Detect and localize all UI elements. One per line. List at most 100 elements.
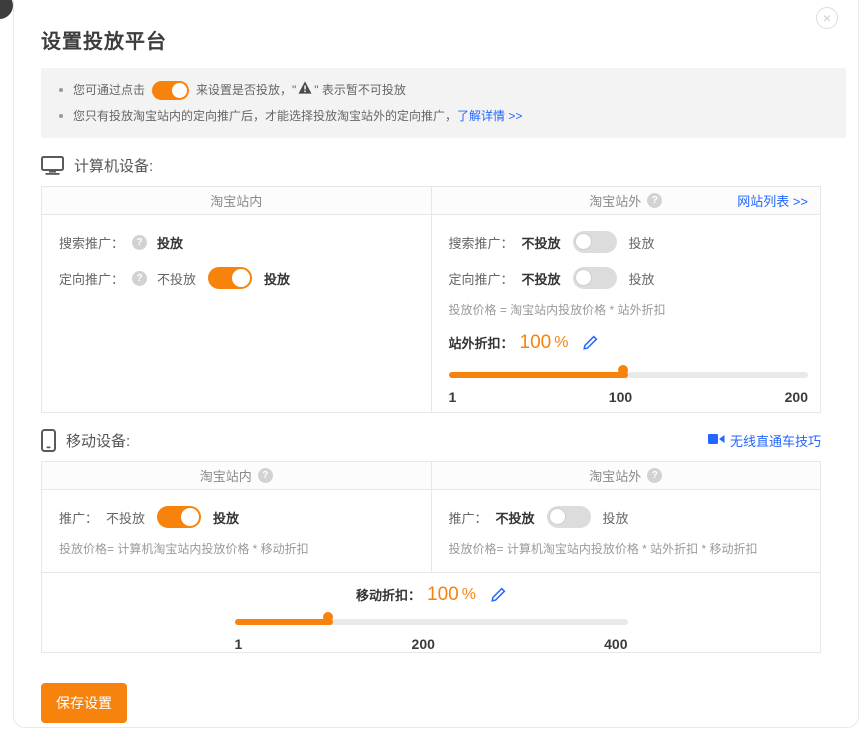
discount-unit: % xyxy=(462,586,476,604)
page-title: 设置投放平台 xyxy=(41,25,858,54)
mobile-discount-line: 移动折扣： 100 % xyxy=(42,582,820,607)
tick-mid: 200 xyxy=(412,636,435,652)
tick-max: 400 xyxy=(604,636,627,652)
example-toggle[interactable] xyxy=(152,81,189,100)
targeted-promo-toggle[interactable] xyxy=(208,267,252,289)
wireless-tips-link[interactable]: 无线直通车技巧 xyxy=(708,431,821,450)
row-label: 推广： xyxy=(449,508,488,527)
notice-text: " 表示暂不可投放 xyxy=(314,79,406,101)
site-list-link[interactable]: 网站列表 >> xyxy=(737,191,808,210)
computer-offsite-cell: 搜索推广： 不投放 投放 定向推广： 不投放 投放 投放价格 = 淘宝站内投放价… xyxy=(431,215,821,412)
header-taobao-onsite: 淘宝站内 ? xyxy=(42,462,431,489)
option-on-label: 投放 xyxy=(213,508,239,527)
toggle-knob xyxy=(172,83,187,98)
price-formula: 投放价格= 计算机淘宝站内投放价格 * 移动折扣 xyxy=(59,542,419,557)
row-label: 搜索推广： xyxy=(59,233,124,252)
row-label: 推广： xyxy=(59,508,98,527)
tick-min: 1 xyxy=(449,389,457,405)
slider-ticks: 1 200 400 xyxy=(235,636,628,652)
table-body: 推广： 不投放 投放 投放价格= 计算机淘宝站内投放价格 * 移动折扣 推广： … xyxy=(42,490,820,572)
mobile-discount-slider xyxy=(235,612,628,632)
slider-fill xyxy=(235,619,333,625)
table-body: 搜索推广： ? 投放 定向推广： ? 不投放 投放 搜索推广： 不投放 投放 xyxy=(42,215,820,412)
promo-row: 推广： 不投放 投放 xyxy=(449,506,809,528)
targeted-promo-toggle[interactable] xyxy=(573,267,617,289)
option-on-label: 投放 xyxy=(629,233,655,252)
row-label: 定向推广： xyxy=(59,269,124,288)
computer-section-header: 计算机设备: xyxy=(41,154,821,176)
mobile-offsite-toggle[interactable] xyxy=(547,506,591,528)
mobile-platform-table: 淘宝站内 ? 淘宝站外 ? 推广： 不投放 投放 投放价格= 计算机淘宝站内投放… xyxy=(41,461,821,653)
header-label: 淘宝站外 xyxy=(589,466,641,485)
option-on-label: 投放 xyxy=(629,269,655,288)
bullet-dot xyxy=(59,114,63,118)
mobile-discount-row: 移动折扣： 100 % 1 200 400 xyxy=(42,572,820,652)
discount-label: 站外折扣： xyxy=(449,333,514,352)
notice-text: 您只有投放淘宝站内的定向推广后，才能选择投放淘宝站外的定向推广， xyxy=(73,105,457,127)
edit-pencil-icon[interactable] xyxy=(490,587,506,603)
computer-platform-table: 淘宝站内 淘宝站外 ? 网站列表 >> 搜索推广： ? 投放 定向推广： ? 不… xyxy=(41,186,821,413)
mobile-section-header: 移动设备: 无线直通车技巧 xyxy=(41,429,821,451)
header-taobao-onsite: 淘宝站内 xyxy=(42,187,431,214)
price-formula: 投放价格 = 淘宝站内投放价格 * 站外折扣 xyxy=(449,303,809,318)
help-icon[interactable]: ? xyxy=(132,235,147,250)
notice-line-2: 您只有投放淘宝站内的定向推广后，才能选择投放淘宝站外的定向推广， 了解详情 >> xyxy=(55,105,832,127)
computer-icon xyxy=(41,156,64,175)
slider-knob[interactable] xyxy=(323,612,333,622)
help-icon[interactable]: ? xyxy=(132,271,147,286)
row-label: 定向推广： xyxy=(449,269,514,288)
option-off-label: 不投放 xyxy=(496,508,535,527)
slider-ticks: 1 100 200 xyxy=(449,389,809,405)
slider-fill xyxy=(449,372,629,378)
option-off-label: 不投放 xyxy=(106,508,145,527)
help-icon[interactable]: ? xyxy=(647,468,662,483)
section-label: 移动设备: xyxy=(66,430,130,451)
toggle-knob xyxy=(575,269,592,286)
set-platform-dialog: × 设置投放平台 您可通过点击 来设置是否投放，" " 表示暂不可投放 您只有投… xyxy=(13,0,859,728)
header-label: 淘宝站内 xyxy=(200,466,252,485)
price-formula: 投放价格= 计算机淘宝站内投放价格 * 站外折扣 * 移动折扣 xyxy=(449,542,809,557)
close-icon: × xyxy=(823,10,831,26)
search-promo-toggle[interactable] xyxy=(573,231,617,253)
save-settings-button[interactable]: 保存设置 xyxy=(41,683,127,723)
discount-value: 100 xyxy=(427,584,459,606)
edit-pencil-icon[interactable] xyxy=(582,335,598,351)
notice-line-1: 您可通过点击 来设置是否投放，" " 表示暂不可投放 xyxy=(55,79,832,101)
option-on-label: 投放 xyxy=(603,508,629,527)
computer-onsite-cell: 搜索推广： ? 投放 定向推广： ? 不投放 投放 xyxy=(42,215,431,412)
mobile-phone-icon xyxy=(41,429,56,452)
option-off-label: 不投放 xyxy=(157,269,196,288)
background-circle xyxy=(0,0,13,19)
targeted-promo-row: 定向推广： 不投放 投放 xyxy=(449,267,809,289)
toggle-knob xyxy=(575,233,592,250)
bullet-dot xyxy=(59,88,63,92)
help-icon[interactable]: ? xyxy=(258,468,273,483)
option-off-label: 不投放 xyxy=(522,269,561,288)
learn-more-link[interactable]: 了解详情 >> xyxy=(457,105,522,127)
close-button[interactable]: × xyxy=(816,7,838,29)
row-label: 搜索推广： xyxy=(449,233,514,252)
help-icon[interactable]: ? xyxy=(647,193,662,208)
mobile-onsite-cell: 推广： 不投放 投放 投放价格= 计算机淘宝站内投放价格 * 移动折扣 xyxy=(42,490,431,572)
tick-mid: 100 xyxy=(609,389,632,405)
notice-text: 来设置是否投放，" xyxy=(196,79,296,101)
notice-box: 您可通过点击 来设置是否投放，" " 表示暂不可投放 您只有投放淘宝站内的定向推… xyxy=(41,68,846,138)
toggle-knob xyxy=(549,508,566,525)
search-promo-row: 搜索推广： ? 投放 xyxy=(59,231,419,253)
search-promo-row: 搜索推广： 不投放 投放 xyxy=(449,231,809,253)
section-label: 计算机设备: xyxy=(74,155,153,176)
table-header: 淘宝站内 淘宝站外 ? 网站列表 >> xyxy=(42,187,820,215)
option-off-label: 不投放 xyxy=(522,233,561,252)
mobile-offsite-cell: 推广： 不投放 投放 投放价格= 计算机淘宝站内投放价格 * 站外折扣 * 移动… xyxy=(431,490,821,572)
warning-icon xyxy=(298,79,312,101)
video-camera-icon xyxy=(708,433,725,448)
toggle-knob xyxy=(232,269,250,287)
link-label: 无线直通车技巧 xyxy=(730,431,821,450)
offsite-discount-slider xyxy=(449,365,809,385)
tick-min: 1 xyxy=(235,636,243,652)
mobile-onsite-toggle[interactable] xyxy=(157,506,201,528)
header-taobao-offsite: 淘宝站外 ? xyxy=(431,462,821,489)
header-taobao-offsite: 淘宝站外 ? 网站列表 >> xyxy=(431,187,821,214)
header-label: 淘宝站内 xyxy=(210,191,262,210)
promo-row: 推广： 不投放 投放 xyxy=(59,506,419,528)
